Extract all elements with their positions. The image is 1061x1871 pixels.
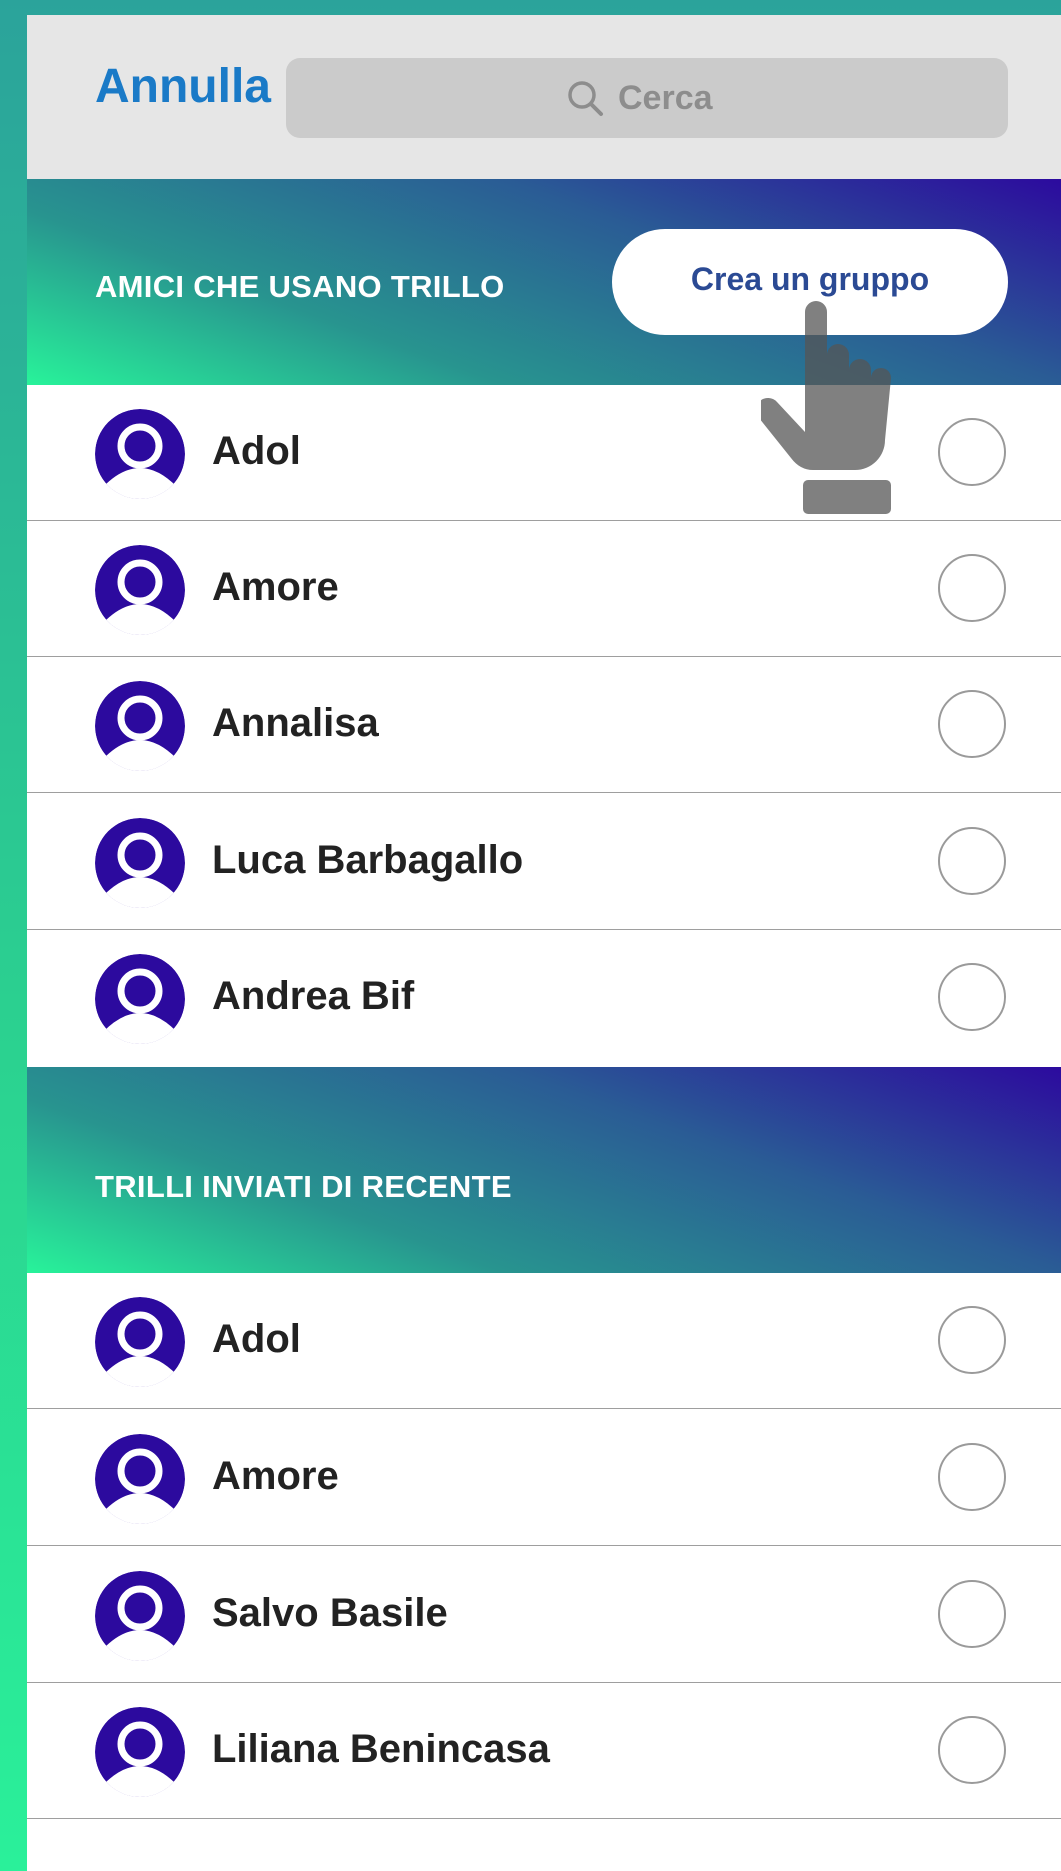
contact-row[interactable]: Adol	[27, 385, 1061, 521]
contact-name: Salvo Basile	[212, 1591, 448, 1635]
select-radio[interactable]	[938, 1306, 1006, 1374]
select-radio[interactable]	[938, 690, 1006, 758]
contact-row[interactable]: Andrea Bif	[27, 930, 1061, 1066]
select-radio[interactable]	[938, 418, 1006, 486]
contact-name: Adol	[212, 429, 301, 473]
user-avatar-icon	[95, 1434, 185, 1524]
select-radio[interactable]	[938, 1580, 1006, 1648]
search-bar: Annulla	[27, 15, 1061, 179]
search-input[interactable]	[618, 78, 728, 118]
contact-name: Andrea Bif	[212, 974, 415, 1018]
create-group-button[interactable]: Crea un gruppo	[612, 229, 1008, 335]
contact-row[interactable]: Adol	[27, 1273, 1061, 1409]
contact-row[interactable]: Amore	[27, 1410, 1061, 1546]
section-header-recent: TRILLI INVIATI DI RECENTE	[27, 1067, 1061, 1273]
search-icon	[568, 81, 603, 116]
contact-name: Adol	[212, 1317, 301, 1361]
contact-name: Amore	[212, 565, 339, 609]
contact-row[interactable]: Annalisa	[27, 657, 1061, 793]
contact-row[interactable]: Liliana Benincasa	[27, 1683, 1061, 1819]
contact-name: Liliana Benincasa	[212, 1727, 550, 1771]
section-header-friends: AMICI CHE USANO TRILLO Crea un gruppo	[27, 179, 1061, 385]
contact-name: Annalisa	[212, 701, 379, 745]
user-avatar-icon	[95, 954, 185, 1044]
select-radio[interactable]	[938, 1443, 1006, 1511]
user-avatar-icon	[95, 1707, 185, 1797]
contact-row[interactable]: Salvo Basile	[27, 1547, 1061, 1683]
select-radio[interactable]	[938, 1716, 1006, 1784]
contact-name: Luca Barbagallo	[212, 838, 524, 882]
user-avatar-icon	[95, 409, 185, 499]
search-field[interactable]	[286, 58, 1008, 138]
contact-row[interactable]: Luca Barbagallo	[27, 794, 1061, 930]
user-avatar-icon	[95, 818, 185, 908]
user-avatar-icon	[95, 545, 185, 635]
select-radio[interactable]	[938, 963, 1006, 1031]
contact-picker-screen: Annulla AMICI CHE USANO TRILLO Crea un g…	[27, 15, 1061, 1871]
section-title-friends: AMICI CHE USANO TRILLO	[95, 269, 505, 304]
contact-name: Amore	[212, 1454, 339, 1498]
cancel-button[interactable]: Annulla	[95, 63, 271, 111]
select-radio[interactable]	[938, 554, 1006, 622]
user-avatar-icon	[95, 1297, 185, 1387]
user-avatar-icon	[95, 681, 185, 771]
user-avatar-icon	[95, 1571, 185, 1661]
section-title-recent: TRILLI INVIATI DI RECENTE	[95, 1169, 512, 1204]
contact-row[interactable]: Amore	[27, 521, 1061, 657]
select-radio[interactable]	[938, 827, 1006, 895]
